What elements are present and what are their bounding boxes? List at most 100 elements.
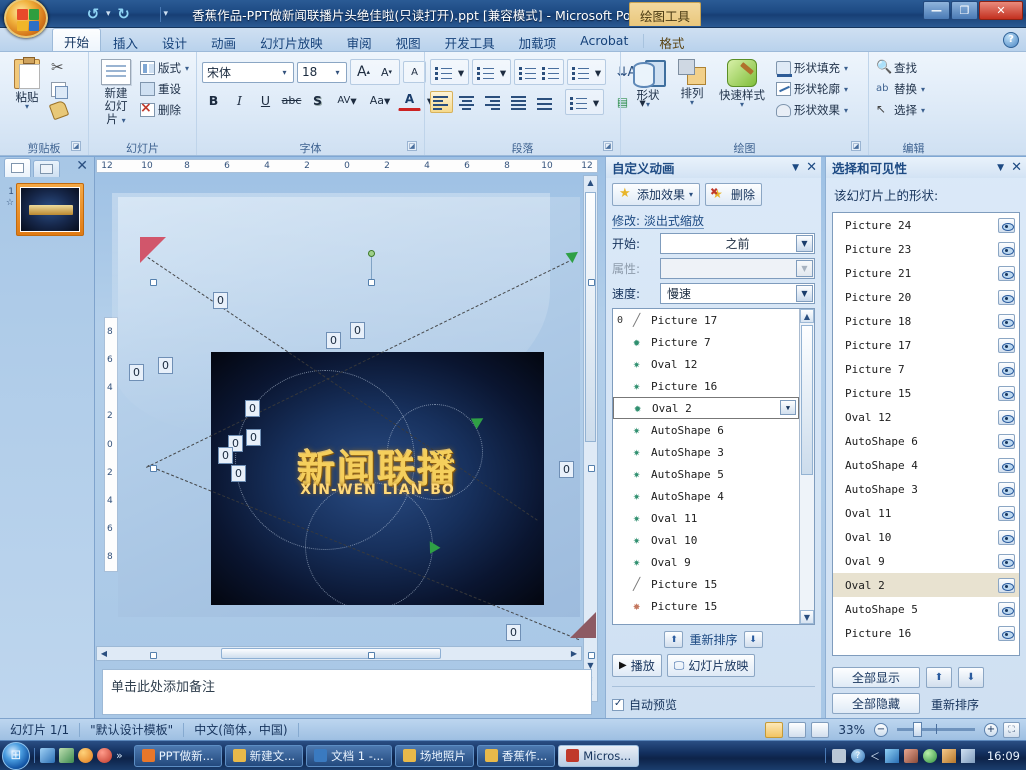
distribute-button[interactable] <box>534 91 557 113</box>
layout-button[interactable]: 版式 ▾ <box>138 58 193 78</box>
switch-windows-icon[interactable] <box>59 748 74 763</box>
list-item[interactable]: ✷ Picture 16 <box>613 375 799 397</box>
pane-close-icon[interactable]: ✕ <box>806 160 817 175</box>
bullets-dropdown[interactable]: ▾ <box>455 61 467 83</box>
columns-button[interactable] <box>567 91 590 113</box>
opera-icon[interactable] <box>97 748 112 763</box>
copy-button[interactable] <box>49 79 71 99</box>
start-button[interactable]: ⊞ <box>2 741 30 770</box>
slide-picture[interactable]: 新闻联播 XIN-WEN LIAN-BO <box>211 352 544 605</box>
list-item[interactable]: ✷ AutoShape 6 <box>613 419 799 441</box>
tab-home[interactable]: 开始 <box>52 28 102 51</box>
tab-design[interactable]: 设计 <box>150 29 199 51</box>
eye-icon[interactable] <box>998 577 1015 593</box>
canvas-horizontal-scrollbar[interactable]: ◀ ▶ <box>96 646 582 661</box>
eye-icon[interactable] <box>998 241 1015 257</box>
font-size-combo[interactable]: 18 ▾ <box>297 61 347 83</box>
keyboard-icon[interactable] <box>831 748 846 763</box>
pane-dropdown-icon[interactable]: ▼ <box>792 163 799 173</box>
chevron-down-icon[interactable]: ▾ <box>331 64 344 81</box>
pane-close-icon[interactable]: ✕ <box>1011 160 1022 175</box>
selection-handle[interactable] <box>150 279 157 286</box>
justify-button[interactable] <box>508 91 531 113</box>
selection-handle[interactable] <box>588 652 595 659</box>
grow-font-button[interactable]: A ▴ <box>352 61 375 83</box>
volume-icon[interactable] <box>960 748 975 763</box>
eye-icon[interactable] <box>998 265 1015 281</box>
list-item[interactable]: AutoShape 4 <box>833 453 1019 477</box>
shape-effects-button[interactable]: 形状效果 ▾ <box>774 100 852 120</box>
firefox-icon[interactable] <box>78 748 93 763</box>
play-button[interactable]: ▶ 播放 <box>612 654 662 677</box>
slideshow-button[interactable]: 🖵 幻灯片放映 <box>666 654 756 677</box>
list-item[interactable]: ✷ AutoShape 5 <box>613 463 799 485</box>
selection-handle[interactable] <box>368 279 375 286</box>
hide-all-button[interactable]: 全部隐藏 <box>832 693 920 714</box>
quick-styles-button[interactable]: 快速样式 ▾ <box>714 57 770 110</box>
list-item[interactable]: ✷ AutoShape 4 <box>613 485 799 507</box>
eye-icon[interactable] <box>998 625 1015 641</box>
show-all-button[interactable]: 全部显示 <box>832 667 920 688</box>
zoom-slider[interactable] <box>897 722 975 737</box>
effect-context-dropdown[interactable]: ▼ <box>780 400 796 415</box>
list-item[interactable]: Picture 24 <box>833 213 1019 237</box>
slide-sorter-button[interactable] <box>788 721 807 738</box>
animation-order-badge[interactable]: 0 <box>559 461 574 478</box>
send-backward-button[interactable]: ⬇ <box>958 667 984 688</box>
eye-icon[interactable] <box>998 217 1015 233</box>
list-item[interactable]: Picture 18 <box>833 309 1019 333</box>
selection-handle[interactable] <box>588 279 595 286</box>
eye-icon[interactable] <box>998 337 1015 353</box>
eye-icon[interactable] <box>998 313 1015 329</box>
eye-icon[interactable] <box>998 553 1015 569</box>
bold-button[interactable]: B <box>202 89 225 111</box>
align-right-button[interactable] <box>482 91 505 113</box>
bring-forward-button[interactable]: ⬆ <box>926 667 952 688</box>
reset-button[interactable]: 重设 <box>138 79 193 99</box>
selection-handle[interactable] <box>588 465 595 472</box>
horizontal-ruler[interactable]: 12 10 8 6 4 2 0 2 4 6 8 10 12 <box>96 159 598 173</box>
move-up-button[interactable]: ⬆ <box>664 631 684 648</box>
show-desktop-icon[interactable] <box>40 748 55 763</box>
list-item[interactable]: Oval 11 <box>833 501 1019 525</box>
list-item[interactable]: Oval 2 <box>833 573 1019 597</box>
eye-icon[interactable] <box>998 433 1015 449</box>
shape-fill-button[interactable]: 形状填充 ▾ <box>774 58 852 78</box>
shape-outline-button[interactable]: 形状轮廓 ▾ <box>774 79 852 99</box>
animation-order-badge[interactable]: 0 <box>245 400 260 417</box>
animation-order-badge[interactable]: 0 <box>129 364 144 381</box>
increase-indent-button[interactable] <box>539 61 562 83</box>
animation-order-badge[interactable]: 0 <box>218 447 233 464</box>
eye-icon[interactable] <box>998 409 1015 425</box>
taskbar-item[interactable]: 场地照片 <box>394 744 474 767</box>
list-item[interactable]: Picture 15 <box>833 381 1019 405</box>
arrange-button[interactable]: 排列 ▾ <box>670 57 714 108</box>
font-dialog-launcher[interactable]: ◪ <box>407 141 417 151</box>
close-button[interactable]: ✕ <box>979 1 1023 20</box>
select-button[interactable]: ↖ 选择 ▾ <box>874 100 929 120</box>
messenger-icon[interactable] <box>922 748 937 763</box>
line-spacing-dropdown[interactable]: ▾ <box>592 61 604 83</box>
slide-editing-surface[interactable]: 新闻联播 XIN-WEN LIAN-BO 0 0 0 0 0 0 0 0 0 0… <box>112 193 596 659</box>
taskbar-clock[interactable]: 16:09 <box>981 749 1026 763</box>
fit-to-window-button[interactable]: ⛶ <box>1003 721 1020 738</box>
list-item[interactable]: Picture 17 <box>833 333 1019 357</box>
format-painter-button[interactable] <box>48 99 71 121</box>
scroll-thumb[interactable] <box>221 648 441 659</box>
autopreview-checkbox[interactable] <box>612 698 624 711</box>
clear-formatting-button[interactable]: A <box>403 61 426 83</box>
animation-order-badge[interactable]: 0 <box>158 357 173 374</box>
delete-slide-button[interactable]: 删除 <box>138 100 193 120</box>
list-item[interactable]: AutoShape 3 <box>833 477 1019 501</box>
align-center-button[interactable] <box>456 91 479 113</box>
list-item[interactable]: Picture 23 <box>833 237 1019 261</box>
list-item[interactable]: Picture 16 <box>833 621 1019 645</box>
list-item[interactable]: Picture 7 <box>833 357 1019 381</box>
tab-slides-thumbnail[interactable] <box>4 158 31 177</box>
shape-list[interactable]: Picture 24 Picture 23 Picture 21 Picture 20… <box>832 212 1020 656</box>
numbering-button[interactable] <box>474 61 497 83</box>
move-down-button[interactable]: ⬇ <box>743 631 763 648</box>
columns-dropdown[interactable]: ▾ <box>590 91 602 113</box>
tab-format[interactable]: 格式 <box>647 29 696 51</box>
shrink-font-button[interactable]: A ▾ <box>375 61 398 83</box>
